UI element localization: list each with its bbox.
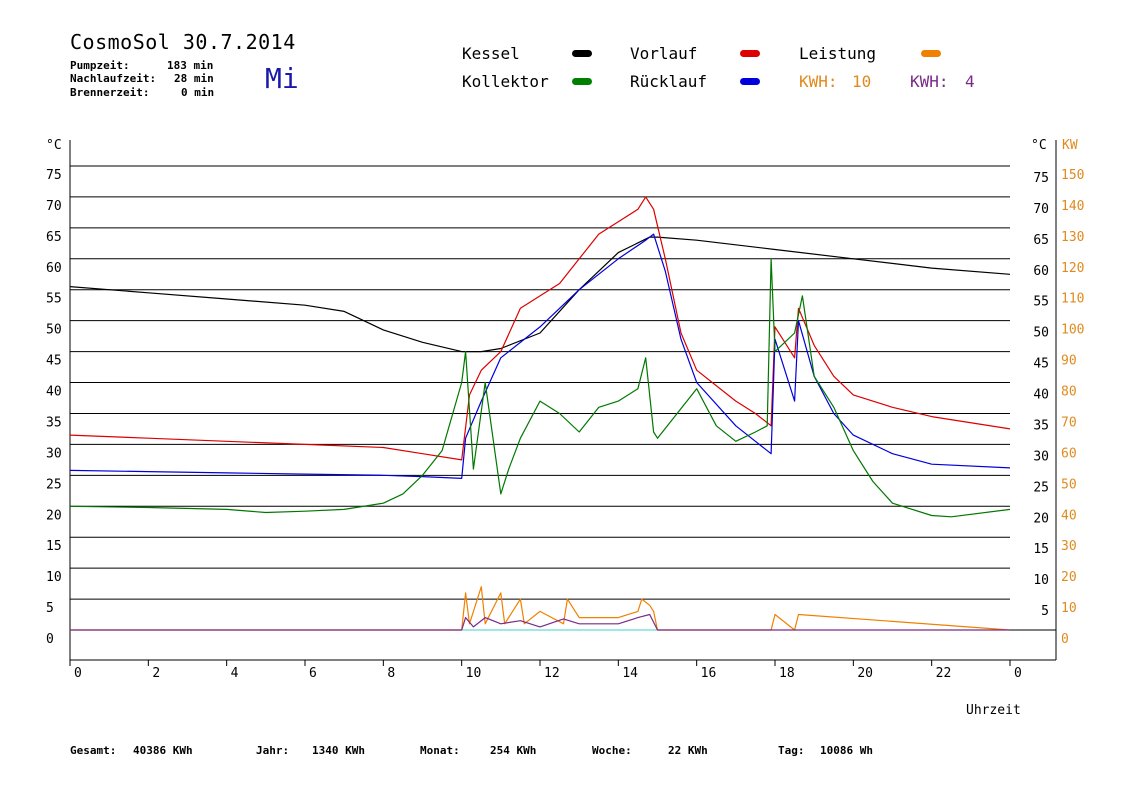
y-tick-label-right: 45 <box>1033 357 1049 372</box>
footer-jahr-label: Jahr: <box>256 744 290 757</box>
y-tick-label-left: 65 <box>46 230 62 245</box>
x-tick-label: 10 <box>466 666 482 681</box>
chart-area: 0510152025303540455055606570755101520253… <box>46 138 1084 718</box>
footer-tag-value: 10086 Wh <box>820 744 873 757</box>
y-tick-label-right: 20 <box>1033 511 1049 526</box>
y2-tick-label: 130 <box>1061 230 1084 245</box>
y-tick-label-left: 40 <box>46 385 62 400</box>
x-tick-label: 14 <box>622 666 638 681</box>
tick-labels: 0510152025303540455055606570755101520253… <box>46 168 1084 681</box>
y2-axis-label-kw: KW <box>1062 138 1078 153</box>
y-tick-label-left: 55 <box>46 292 62 307</box>
footer-gesamt-label: Gesamt: <box>70 744 117 757</box>
x-tick-label: 0 <box>1014 666 1022 681</box>
y-tick-label-right: 75 <box>1033 171 1049 186</box>
y2-tick-label: 0 <box>1061 632 1069 647</box>
y-tick-label-left: 0 <box>46 632 54 647</box>
footer-tag-label: Tag: <box>778 744 805 757</box>
y-tick-label-left: 15 <box>46 539 62 554</box>
y-tick-label-left: 10 <box>46 570 62 585</box>
x-tick-label: 20 <box>857 666 873 681</box>
footer-gesamt-value: 40386 KWh <box>133 744 193 757</box>
x-tick-label: 6 <box>309 666 317 681</box>
y-tick-label-left: 35 <box>46 415 62 430</box>
y-axis-label-left: °C <box>46 138 62 153</box>
y2-tick-label: 150 <box>1061 168 1084 183</box>
y-tick-label-right: 55 <box>1033 295 1049 310</box>
footer-jahr-value: 1340 KWh <box>312 744 365 757</box>
y2-tick-label: 30 <box>1061 539 1077 554</box>
x-tick-label: 18 <box>779 666 795 681</box>
x-axis-label: Uhrzeit <box>966 703 1021 718</box>
y-tick-label-right: 50 <box>1033 326 1049 341</box>
y-tick-label-left: 50 <box>46 323 62 338</box>
y-tick-label-left: 30 <box>46 446 62 461</box>
footer-woche-label: Woche: <box>592 744 632 757</box>
footer-monat-value: 254 KWh <box>490 744 537 757</box>
series-line-kwh <box>70 613 1010 631</box>
y-tick-label-left: 60 <box>46 261 62 276</box>
series-line-vorlauf <box>69 196 1011 461</box>
y2-tick-label: 100 <box>1061 323 1084 338</box>
y-tick-label-right: 15 <box>1033 542 1049 557</box>
y-tick-label-left: 25 <box>46 477 62 492</box>
y-tick-label-left: 70 <box>46 199 62 214</box>
y-tick-label-left: 45 <box>46 354 62 369</box>
y2-tick-label: 110 <box>1061 292 1084 307</box>
x-tick-label: 8 <box>387 666 395 681</box>
x-tick-label: 2 <box>152 666 160 681</box>
y2-tick-label: 120 <box>1061 261 1084 276</box>
y2-tick-label: 60 <box>1061 446 1077 461</box>
x-tick-label: 12 <box>544 666 560 681</box>
y2-tick-label: 50 <box>1061 477 1077 492</box>
x-tick-label: 16 <box>701 666 717 681</box>
y2-tick-label: 20 <box>1061 570 1077 585</box>
grid-lines <box>70 165 1056 631</box>
footer-monat-label: Monat: <box>420 744 460 757</box>
y-tick-label-right: 60 <box>1033 264 1049 279</box>
y-axis-label-right: °C <box>1031 138 1047 153</box>
y-tick-label-right: 40 <box>1033 388 1049 403</box>
series-line-leistung <box>70 586 1011 631</box>
y2-tick-label: 80 <box>1061 385 1077 400</box>
y2-tick-label: 90 <box>1061 354 1077 369</box>
y-tick-label-left: 75 <box>46 168 62 183</box>
x-tick-label: 0 <box>74 666 82 681</box>
series-line-kessel <box>69 236 1011 353</box>
axes <box>69 140 1057 666</box>
y-tick-label-left: 20 <box>46 508 62 523</box>
y-tick-label-right: 35 <box>1033 418 1049 433</box>
y2-tick-label: 40 <box>1061 508 1077 523</box>
y-tick-label-right: 70 <box>1033 202 1049 217</box>
y2-tick-label: 140 <box>1061 199 1084 214</box>
y2-tick-label: 70 <box>1061 415 1077 430</box>
y-tick-label-right: 30 <box>1033 449 1049 464</box>
series-line-r-cklauf <box>69 233 1011 479</box>
y-tick-label-right: 25 <box>1033 480 1049 495</box>
y-tick-label-right: 65 <box>1033 233 1049 248</box>
y-tick-label-right: 10 <box>1033 573 1049 588</box>
x-tick-label: 4 <box>231 666 239 681</box>
y-tick-label-left: 5 <box>46 601 54 616</box>
y2-tick-label: 10 <box>1061 601 1077 616</box>
y-tick-label-right: 5 <box>1041 604 1049 619</box>
footer-woche-value: 22 KWh <box>668 744 708 757</box>
x-tick-label: 22 <box>936 666 952 681</box>
